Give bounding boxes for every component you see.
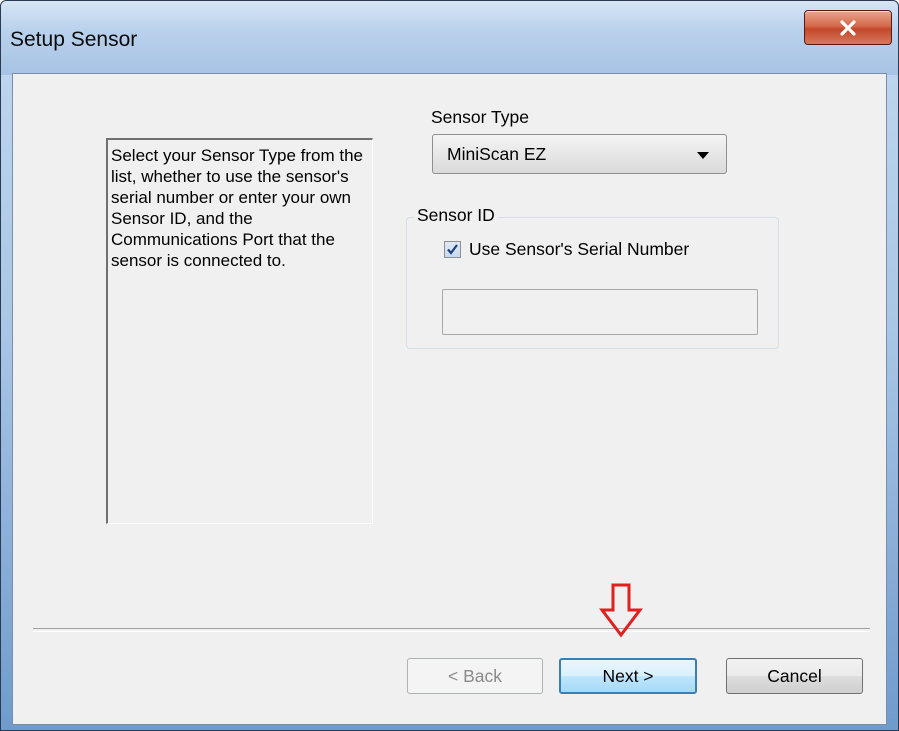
dropdown-arrow-icon: [697, 152, 709, 159]
cancel-button[interactable]: Cancel: [726, 658, 863, 694]
close-icon: [839, 19, 857, 36]
window-title: Setup Sensor: [10, 28, 138, 51]
sensor-id-legend: Sensor ID: [414, 205, 498, 226]
sensor-id-group: Sensor ID Use Sensor's Serial Number: [406, 205, 779, 349]
instructions-panel: Select your Sensor Type from the list, w…: [106, 138, 373, 524]
sensor-type-dropdown[interactable]: MiniScan EZ: [432, 134, 727, 174]
dialog-body: Select your Sensor Type from the list, w…: [12, 73, 887, 725]
sensor-type-value: MiniScan EZ: [447, 144, 547, 164]
setup-sensor-dialog: Setup Sensor Select your Sensor Type fro…: [0, 0, 899, 731]
close-button[interactable]: [804, 10, 892, 45]
sensor-type-label: Sensor Type: [431, 107, 529, 127]
title-bar[interactable]: Setup Sensor: [1, 1, 898, 75]
checkmark-icon: [447, 244, 458, 255]
next-button[interactable]: Next >: [559, 658, 697, 694]
sensor-id-input[interactable]: [442, 289, 758, 335]
use-serial-number-checkbox[interactable]: [444, 241, 461, 258]
use-serial-number-label[interactable]: Use Sensor's Serial Number: [469, 239, 689, 260]
instructions-text: Select your Sensor Type from the list, w…: [111, 146, 363, 270]
down-arrow-icon: [599, 583, 643, 638]
separator-line: [33, 628, 870, 632]
back-button[interactable]: < Back: [407, 658, 543, 694]
